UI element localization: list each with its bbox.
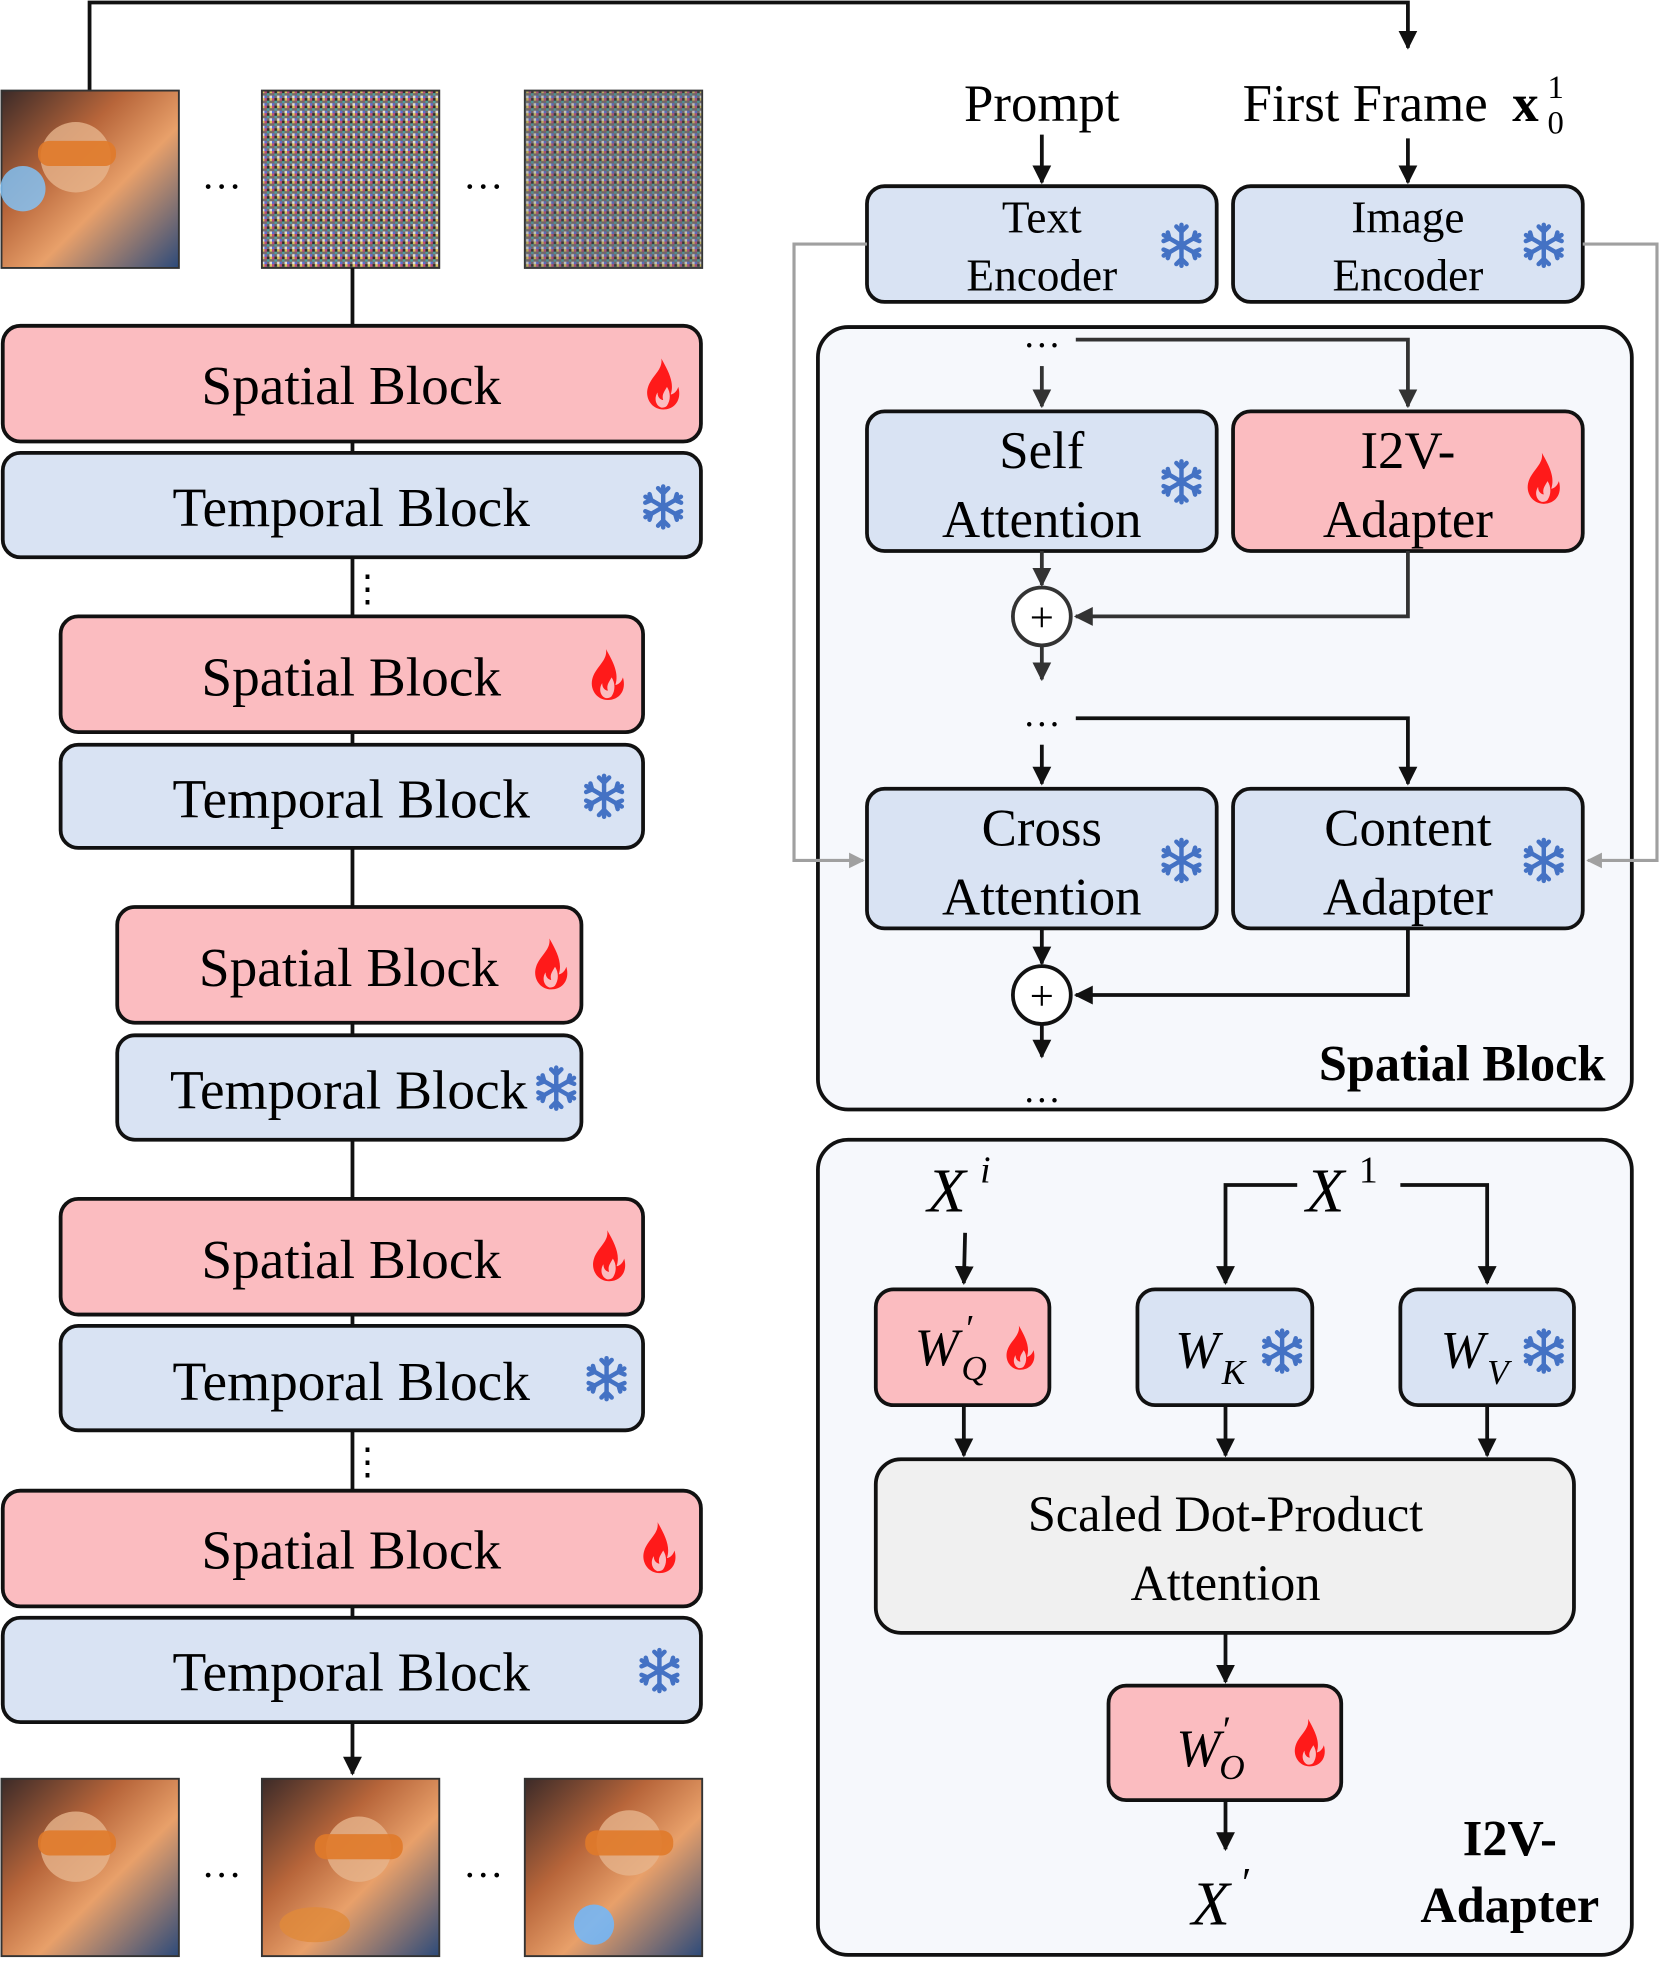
svg-text:X: X [1189,1869,1233,1939]
spatial-block-panel-title: Spatial Block [1319,1036,1606,1092]
ellipsis: … [1023,1069,1061,1111]
svg-text:Cross: Cross [982,799,1102,857]
wq-prime-box[interactable]: W ′ Q [873,1287,1052,1408]
svg-text:Attention: Attention [1131,1555,1321,1611]
svg-text:V: V [1487,1353,1512,1392]
svg-text:′: ′ [964,1308,973,1350]
svg-text:W: W [1176,1720,1224,1778]
temporal-block-5[interactable]: Temporal Block [0,1615,703,1725]
svg-text:1: 1 [1359,1149,1378,1191]
svg-text:Attention: Attention [942,491,1142,549]
svg-text:+: + [1030,594,1054,641]
svg-text:Q: Q [961,1349,986,1388]
i2v-adapter-panel-title-line2: Adapter [1420,1877,1599,1933]
svg-text:Encoder: Encoder [966,251,1117,301]
add-node-2: + [1011,964,1073,1026]
output-ellipsis-2: … [463,1841,503,1886]
svg-text:Self: Self [999,422,1085,480]
vertical-ellipsis-1: ⋮ [349,568,387,610]
spatial-block-1[interactable]: Spatial Block [0,323,703,444]
image-encoder[interactable]: Image Encoder [1231,184,1585,304]
svg-text:+: + [1030,973,1054,1020]
spatial-block-label: Spatial Block [201,1520,501,1581]
input-ellipsis-2: … [463,153,503,198]
svg-text:X: X [1303,1155,1347,1225]
temporal-block-4[interactable]: Temporal Block [58,1324,645,1433]
first-frame-label: First Frame x 1 0 [1243,70,1564,141]
spatial-block-3[interactable]: Spatial Block [115,905,584,1025]
input-frame-noisy-last [523,89,704,269]
svg-text:W: W [1175,1321,1223,1379]
input-frames: … … [0,89,704,269]
text-encoder[interactable]: Text Encoder [865,184,1219,304]
svg-text:Encoder: Encoder [1332,251,1483,301]
svg-text:Text: Text [1002,193,1082,243]
svg-text:Adapter: Adapter [1323,869,1494,927]
input-ellipsis-1: … [202,153,242,198]
spatial-block-label: Spatial Block [201,1229,501,1290]
ellipsis: … [1023,314,1061,356]
add-node-1: + [1011,585,1073,648]
svg-text:Content: Content [1324,799,1492,857]
xi-to-wq-arrow [954,1232,974,1286]
svg-text:First Frame: First Frame [1243,75,1488,133]
svg-text:i: i [980,1149,990,1191]
svg-text:Adapter: Adapter [1323,491,1494,549]
vertical-ellipsis-2: ⋮ [349,1441,387,1483]
spatial-block-5[interactable]: Spatial Block [0,1488,703,1609]
prompt-label: Prompt [964,75,1120,133]
cross-attention-box[interactable]: Cross Attention [865,786,1219,931]
temporal-block-3[interactable]: Temporal Block [115,1033,584,1142]
first-frame-sub: 0 [1548,105,1564,141]
i2v-adapter-diagram: … … ⋮ ⋮ Spatial Block Temporal Block Spa… [0,0,1659,1958]
spatial-block-2[interactable]: Spatial Block [58,614,645,735]
i2v-adapter-panel-title-line1: I2V- [1463,1810,1557,1866]
svg-text:Image: Image [1351,193,1464,243]
svg-text:X: X [924,1155,968,1225]
spatial-block-4[interactable]: Spatial Block [58,1196,645,1317]
scaled-dot-product-attention-box[interactable]: Scaled Dot-Product Attention [873,1457,1576,1635]
wv-box[interactable]: W V [1398,1287,1576,1408]
input-frame-noisy-middle [260,89,441,269]
temporal-block-label: Temporal Block [170,1059,528,1120]
input-frame-first [0,89,180,269]
svg-text:W: W [1441,1321,1489,1379]
wo-prime-box[interactable]: W ′ O [1106,1683,1344,1803]
svg-text:′: ′ [1220,1709,1229,1751]
spatial-block-panel: … Self Attention I2V- Adapter + … Cross [792,242,1659,1112]
temporal-block-label: Temporal Block [173,477,531,538]
svg-text:W: W [915,1319,963,1377]
svg-text:O: O [1219,1748,1244,1787]
temporal-block-1[interactable]: Temporal Block [0,450,703,560]
temporal-block-label: Temporal Block [173,769,531,830]
output-ellipsis-1: … [202,1841,242,1886]
i2v-adapter-box[interactable]: I2V- Adapter [1231,409,1585,553]
svg-text:I2V-: I2V- [1360,422,1455,480]
content-adapter-box[interactable]: Content Adapter [1231,786,1585,931]
svg-text:Scaled Dot-Product: Scaled Dot-Product [1028,1486,1423,1542]
i2v-adapter-panel: X i X 1 W ′ Q W K W V Scaled Dot-Product… [816,1137,1634,1957]
spatial-block-label: Spatial Block [201,355,501,416]
spatial-block-label: Spatial Block [201,647,501,708]
first-frame-symbol: x [1512,75,1539,133]
svg-text:K: K [1221,1353,1247,1392]
wk-box[interactable]: W K [1135,1287,1315,1408]
output-frame-first [0,1777,180,1958]
svg-text:Attention: Attention [942,869,1142,927]
output-frame-last [523,1777,704,1958]
output-frame-middle [260,1777,441,1958]
svg-text:′: ′ [1239,1860,1249,1907]
temporal-block-label: Temporal Block [173,1642,531,1703]
self-attention-box[interactable]: Self Attention [865,409,1219,553]
output-frames: … … [0,1777,704,1958]
first-frame-sup: 1 [1548,70,1564,106]
first-frame-feedback-arrow [87,0,1418,91]
spatial-block-label: Spatial Block [199,937,499,998]
ellipsis: … [1023,693,1061,735]
temporal-block-label: Temporal Block [173,1351,531,1412]
temporal-block-2[interactable]: Temporal Block [58,742,645,850]
